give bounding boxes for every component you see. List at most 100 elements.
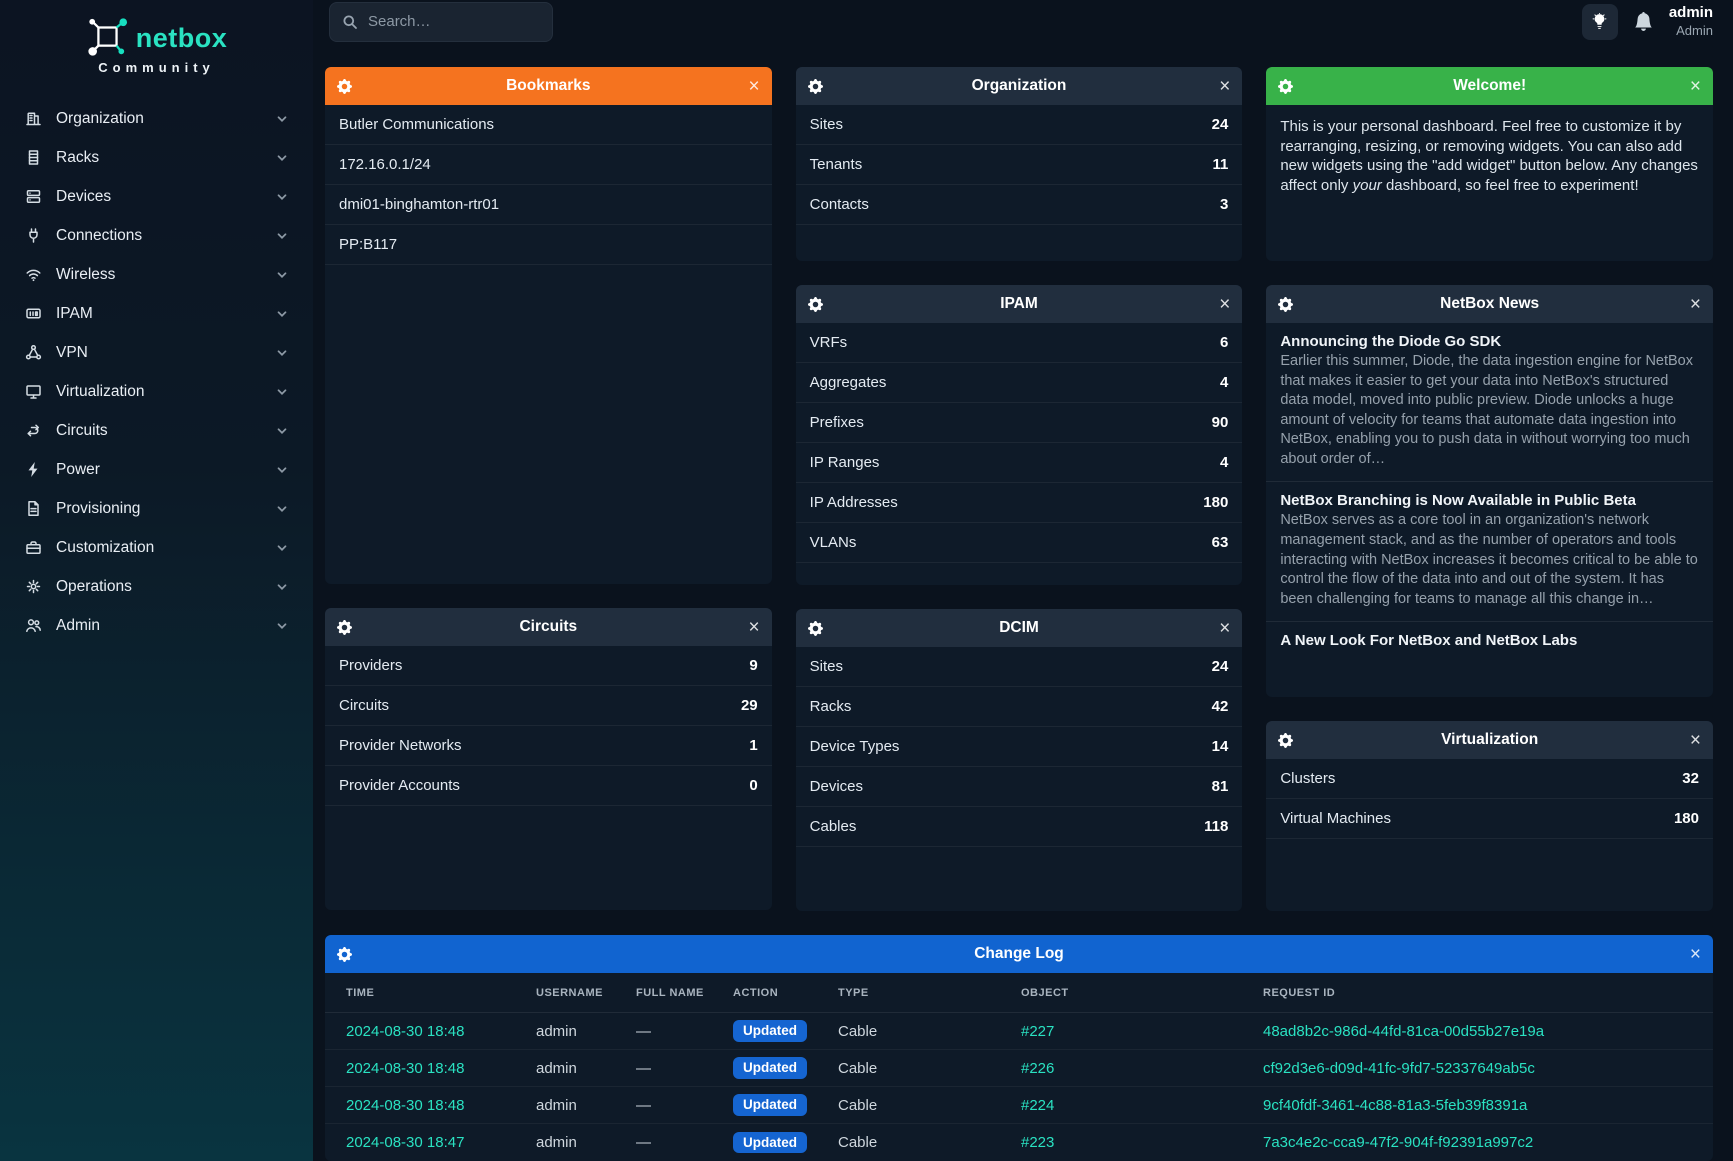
sidebar-item[interactable]: Circuits [14,411,299,450]
stat-label[interactable]: Sites [810,116,843,133]
stat-label[interactable]: Device Types [810,738,900,755]
sidebar-item[interactable]: Provisioning [14,489,299,528]
sidebar-item[interactable]: IPAM [14,294,299,333]
sidebar-item-label: Virtualization [56,383,261,401]
vpn-icon [24,344,42,362]
bookmark-link[interactable]: PP:B117 [339,236,397,253]
widget-title: NetBox News [1304,295,1675,313]
wireless-icon [24,266,42,284]
stat-label[interactable]: IP Addresses [810,494,898,511]
close-icon[interactable]: × [1219,77,1230,96]
widget-config-icon[interactable] [1278,733,1304,748]
sidebar-item[interactable]: Operations [14,567,299,606]
stat-row: Circuits 29 [325,686,772,726]
sidebar-item[interactable]: Connections [14,216,299,255]
sidebar-item[interactable]: Power [14,450,299,489]
stat-label[interactable]: VLANs [810,534,857,551]
widget-config-icon[interactable] [808,297,834,312]
stat-label[interactable]: Prefixes [810,414,864,431]
user-menu[interactable]: admin Admin [1669,4,1713,39]
dashboard: Bookmarks × Butler Communications 172.16… [313,43,1733,1161]
close-icon[interactable]: × [749,618,760,637]
stat-label[interactable]: Aggregates [810,374,887,391]
news-headline-link[interactable]: Announcing the Diode Go SDK [1280,333,1699,350]
close-icon[interactable]: × [1219,619,1230,638]
stat-value: 118 [1204,818,1228,835]
changelog-request-id-link[interactable]: 9cf40fdf-3461-4c88-81a3-5feb39f8391a [1263,1097,1713,1114]
widget-config-icon[interactable] [337,79,363,94]
theme-toggle-button[interactable] [1582,4,1618,40]
stat-label[interactable]: Provider Networks [339,737,462,754]
widget-config-icon[interactable] [1278,297,1304,312]
search-input[interactable] [368,13,540,30]
stat-label[interactable]: Provider Accounts [339,777,460,794]
changelog-object-link[interactable]: #223 [1021,1134,1263,1151]
close-icon[interactable]: × [1690,945,1701,964]
stat-label[interactable]: Virtual Machines [1280,810,1391,827]
widget-config-icon[interactable] [337,620,363,635]
changelog-time-link[interactable]: 2024-08-30 18:48 [346,1060,536,1077]
stat-row: Devices 81 [796,767,1243,807]
widget-config-icon[interactable] [808,79,834,94]
changelog-time-link[interactable]: 2024-08-30 18:47 [346,1134,536,1151]
news-headline-link[interactable]: A New Look For NetBox and NetBox Labs [1280,632,1699,649]
stat-label[interactable]: IP Ranges [810,454,880,471]
sidebar-item[interactable]: Devices [14,177,299,216]
close-icon[interactable]: × [1690,731,1701,750]
stat-label[interactable]: Sites [810,658,843,675]
bookmark-row: 172.16.0.1/24 [325,145,772,185]
sidebar-item-label: Racks [56,149,261,167]
changelog-object-link[interactable]: #227 [1021,1023,1263,1040]
stat-value: 42 [1212,698,1229,715]
notifications-button[interactable] [1634,12,1653,31]
bookmark-link[interactable]: Butler Communications [339,116,494,133]
stat-value: 32 [1682,770,1699,787]
stat-label[interactable]: Cables [810,818,857,835]
stat-label[interactable]: Circuits [339,697,389,714]
close-icon[interactable]: × [749,77,760,96]
news-headline-link[interactable]: NetBox Branching is Now Available in Pub… [1280,492,1699,509]
stat-label[interactable]: Clusters [1280,770,1335,787]
connections-icon [24,227,42,245]
stat-label[interactable]: Providers [339,657,402,674]
chevron-down-icon [275,151,289,165]
close-icon[interactable]: × [1690,77,1701,96]
close-icon[interactable]: × [1219,295,1230,314]
stat-label[interactable]: Racks [810,698,852,715]
stat-label[interactable]: Tenants [810,156,863,173]
sidebar-item[interactable]: VPN [14,333,299,372]
sidebar-item[interactable]: Organization [14,99,299,138]
changelog-request-id-link[interactable]: 48ad8b2c-986d-44fd-81ca-00d55b27e19a [1263,1023,1713,1040]
stat-label[interactable]: VRFs [810,334,848,351]
sidebar-item[interactable]: Virtualization [14,372,299,411]
changelog-type: Cable [838,1023,1021,1040]
bookmark-link[interactable]: 172.16.0.1/24 [339,156,431,173]
stat-label[interactable]: Contacts [810,196,869,213]
chevron-down-icon [275,307,289,321]
changelog-type: Cable [838,1097,1021,1114]
widget-config-icon[interactable] [1278,79,1304,94]
brand-logo[interactable]: netbox Community [0,14,313,89]
netbox-logo-icon [86,18,128,58]
changelog-request-id-link[interactable]: 7a3c4e2c-cca9-47f2-904f-f92391a997c2 [1263,1134,1713,1151]
sidebar-item-label: Connections [56,227,261,245]
stat-label[interactable]: Devices [810,778,863,795]
bookmark-link[interactable]: dmi01-binghamton-rtr01 [339,196,499,213]
sidebar-item-label: Customization [56,539,261,557]
changelog-object-link[interactable]: #226 [1021,1060,1263,1077]
stat-row: Clusters 32 [1266,759,1713,799]
sidebar-item[interactable]: Wireless [14,255,299,294]
sidebar-item[interactable]: Racks [14,138,299,177]
close-icon[interactable]: × [1690,295,1701,314]
changelog-username: admin [536,1023,636,1040]
sidebar-item[interactable]: Customization [14,528,299,567]
changelog-object-link[interactable]: #224 [1021,1097,1263,1114]
changelog-time-link[interactable]: 2024-08-30 18:48 [346,1097,536,1114]
widget-config-icon[interactable] [337,947,363,962]
changelog-time-link[interactable]: 2024-08-30 18:48 [346,1023,536,1040]
changelog-request-id-link[interactable]: cf92d3e6-d09d-41fc-9fd7-52337649ab5c [1263,1060,1713,1077]
widget-config-icon[interactable] [808,621,834,636]
sidebar-item[interactable]: Admin [14,606,299,645]
sidebar-item-label: VPN [56,344,261,362]
stat-row: Racks 42 [796,687,1243,727]
